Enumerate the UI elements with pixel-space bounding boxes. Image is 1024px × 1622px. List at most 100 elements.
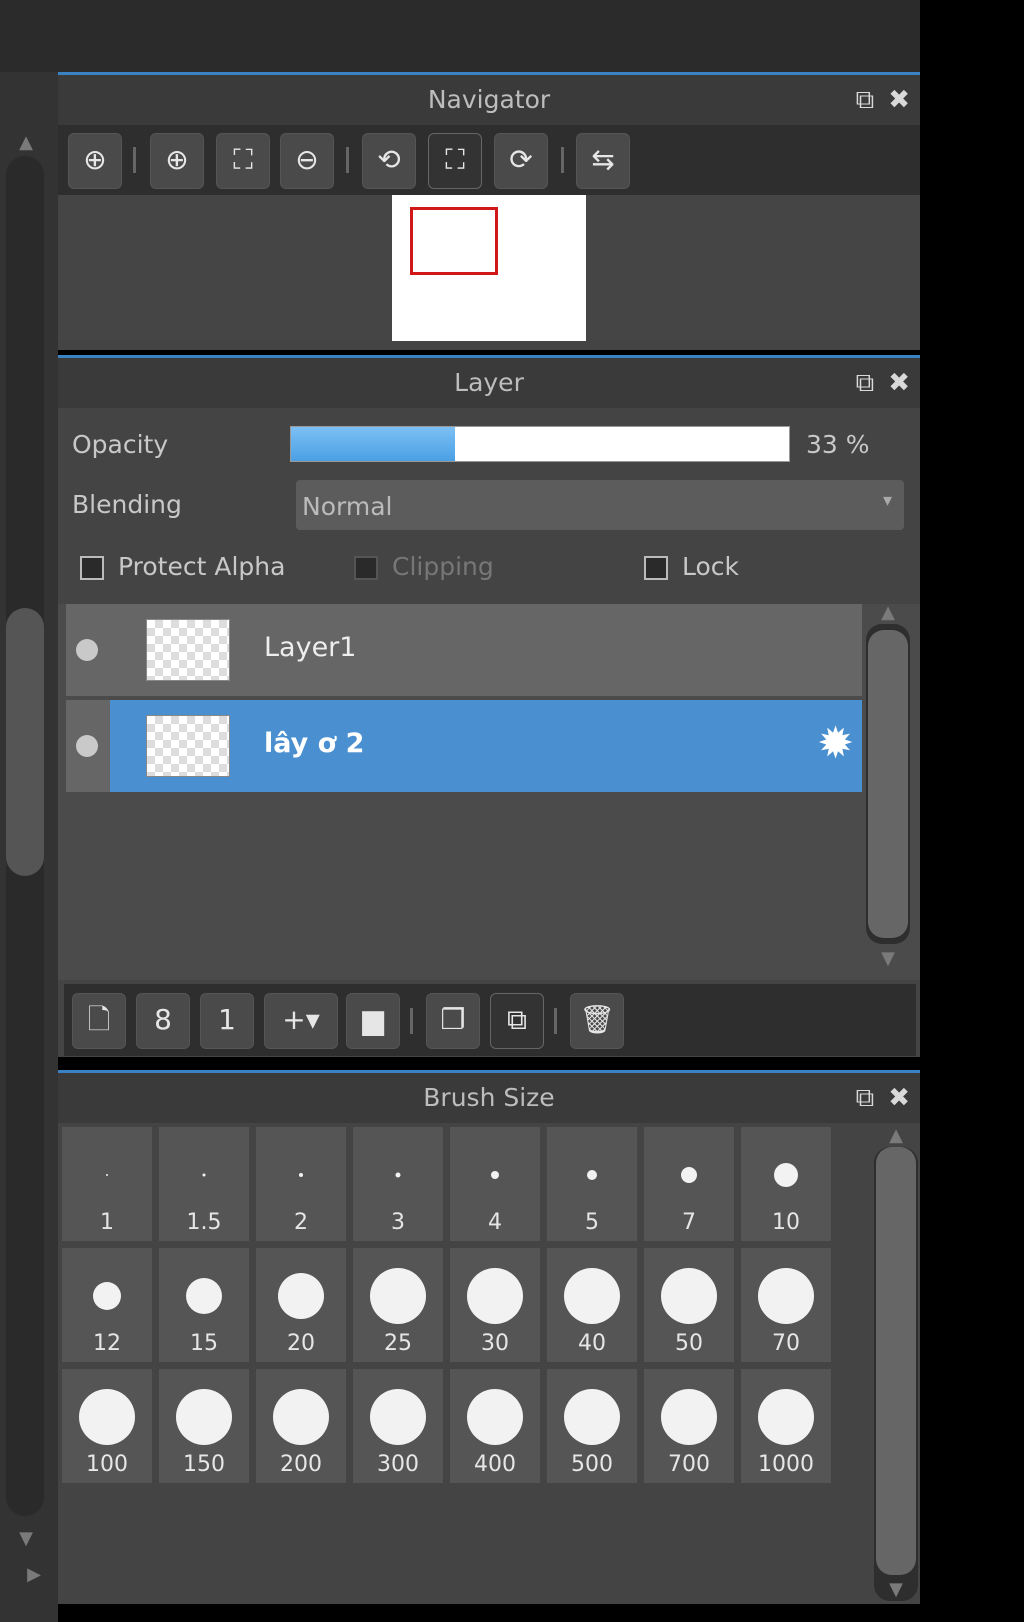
brush-size-cell[interactable]: 4 [450,1127,540,1241]
zoom-in-icon[interactable]: ⊕ [150,133,204,189]
layer-row-visibility-cell[interactable] [66,700,110,792]
fit-icon[interactable]: ⛶ [216,133,270,189]
brush-size-dot [564,1267,620,1324]
layer-scrollbar-track[interactable] [866,624,910,944]
brush-scroll-down-arrow[interactable]: ▼ [884,1581,908,1599]
brush-size-cell[interactable]: 10 [741,1127,831,1241]
merge-layer-icon[interactable]: ⧉ [490,993,544,1049]
brush-size-cell[interactable]: 700 [644,1369,734,1483]
brush-size-panel: Brush Size ⧉ ✖ 1 1.5 2 3 4 5 7 10 12 15 20 25 30 40 50 7… [58,1070,920,1604]
opacity-value: 33 % [806,430,870,459]
fullscreen-icon[interactable]: ⛶ [428,133,482,189]
protect-alpha-label: Protect Alpha [118,552,286,581]
layer-row-selected[interactable]: lây ơ 2 ✹ [110,700,862,792]
close-icon[interactable]: ✖ [888,1083,910,1113]
brush-scroll-up-arrow[interactable]: ▲ [884,1127,908,1145]
brush-size-cell[interactable]: 20 [256,1248,346,1362]
brush-size-cell[interactable]: 40 [547,1248,637,1362]
brush-size-cell[interactable]: 25 [353,1248,443,1362]
brush-size-label: 500 [571,1452,613,1477]
brush-size-cell[interactable]: 400 [450,1369,540,1483]
brush-size-cell[interactable]: 300 [353,1369,443,1483]
brush-size-label: 10 [772,1210,800,1235]
brush-size-label: 50 [675,1331,703,1356]
close-icon[interactable]: ✖ [888,85,910,115]
brush-size-cell[interactable]: 7 [644,1127,734,1241]
navigator-header-icons: ⧉ ✖ [842,85,910,116]
new-layer-icon[interactable]: 🗋 [72,993,126,1049]
brush-size-cell[interactable]: 200 [256,1369,346,1483]
layer-toolbar: 🗋 8 1 +▾ ▆ ❐ ⧉ 🗑 [64,984,916,1056]
clipping-checkbox[interactable] [354,556,378,580]
brush-size-label: 30 [481,1331,509,1356]
brush-size-dot [491,1170,499,1179]
trash-icon[interactable]: 🗑 [570,993,624,1049]
brush-size-cell[interactable]: 1.5 [159,1127,249,1241]
layer-scrollbar-thumb[interactable] [868,630,908,938]
brush-size-cell[interactable]: 5 [547,1127,637,1241]
opacity-label: Opacity [72,430,169,459]
blending-select[interactable]: Normal ▾ [296,480,904,530]
brush-size-label: 400 [474,1452,516,1477]
popout-icon[interactable]: ⧉ [856,85,875,115]
new-8bit-layer-icon[interactable]: 8 [136,993,190,1049]
brush-size-cell[interactable]: 1000 [741,1369,831,1483]
navigator-panel: Navigator ⧉ ✖ ⊕ ⊕ ⛶ ⊖ ⟲ ⛶ ⟳ ⇆ [58,72,920,350]
visibility-dot-icon[interactable] [76,735,98,757]
gear-icon[interactable]: ✹ [817,716,854,772]
visibility-dot-icon[interactable] [76,639,98,661]
blending-value: Normal [302,492,393,521]
zoom-out-icon[interactable]: ⊖ [280,133,334,189]
layer-scroll-down-arrow[interactable]: ▼ [876,950,900,968]
separator [554,1008,557,1034]
rotate-right-icon[interactable]: ⟳ [494,133,548,189]
left-scrollbar-thumb[interactable] [6,608,44,876]
brush-size-cell[interactable]: 70 [741,1248,831,1362]
brush-size-cell[interactable]: 3 [353,1127,443,1241]
left-scroll-up-arrow[interactable]: ▲ [14,134,38,152]
brush-size-cell[interactable]: 1 [62,1127,152,1241]
new-1bit-layer-icon[interactable]: 1 [200,993,254,1049]
canvas-preview[interactable] [392,195,586,341]
brush-size-cell[interactable]: 150 [159,1369,249,1483]
brush-size-label: 25 [384,1331,412,1356]
layer-row[interactable]: Layer1 [66,604,862,696]
brush-header-icons: ⧉ ✖ [842,1083,910,1114]
popout-icon[interactable]: ⧉ [856,368,875,398]
layer-list: Layer1 lây ơ 2 ✹ ▲ ▼ [58,604,920,980]
opacity-slider[interactable] [290,426,790,462]
layer-scroll-up-arrow[interactable]: ▲ [876,604,900,622]
brush-size-cell[interactable]: 100 [62,1369,152,1483]
brush-size-cell[interactable]: 15 [159,1248,249,1362]
left-scroll-right-arrow[interactable]: ▶ [24,1566,44,1584]
brush-size-cell[interactable]: 30 [450,1248,540,1362]
brush-size-dot [758,1267,814,1324]
left-scroll-down-arrow[interactable]: ▼ [14,1530,38,1548]
zoom-actual-icon[interactable]: ⊕ [68,133,122,189]
brush-size-dot [661,1388,717,1445]
brush-size-dot [79,1388,135,1445]
brush-size-cell[interactable]: 2 [256,1127,346,1241]
close-icon[interactable]: ✖ [888,368,910,398]
viewport-rectangle[interactable] [410,207,498,275]
brush-size-label: 200 [280,1452,322,1477]
add-layer-dropdown-icon[interactable]: +▾ [264,993,338,1049]
folder-icon[interactable]: ▆ [346,993,400,1049]
opacity-slider-fill [291,427,456,461]
protect-alpha-checkbox[interactable] [80,556,104,580]
layer-name: Layer1 [264,632,357,663]
navigator-title: Navigator [58,75,920,125]
brush-size-cell[interactable]: 500 [547,1369,637,1483]
duplicate-layer-icon[interactable]: ❐ [426,993,480,1049]
brush-scrollbar-track[interactable] [874,1147,918,1601]
brush-size-cell[interactable]: 12 [62,1248,152,1362]
brush-size-cell[interactable]: 50 [644,1248,734,1362]
brush-size-dot [273,1388,329,1445]
rotate-left-icon[interactable]: ⟲ [362,133,416,189]
popout-icon[interactable]: ⧉ [856,1083,875,1113]
lock-checkbox[interactable] [644,556,668,580]
brush-scrollbar-thumb[interactable] [876,1147,916,1575]
brush-size-label: 70 [772,1331,800,1356]
brush-size-label: 1000 [758,1452,814,1477]
flip-icon[interactable]: ⇆ [576,133,630,189]
